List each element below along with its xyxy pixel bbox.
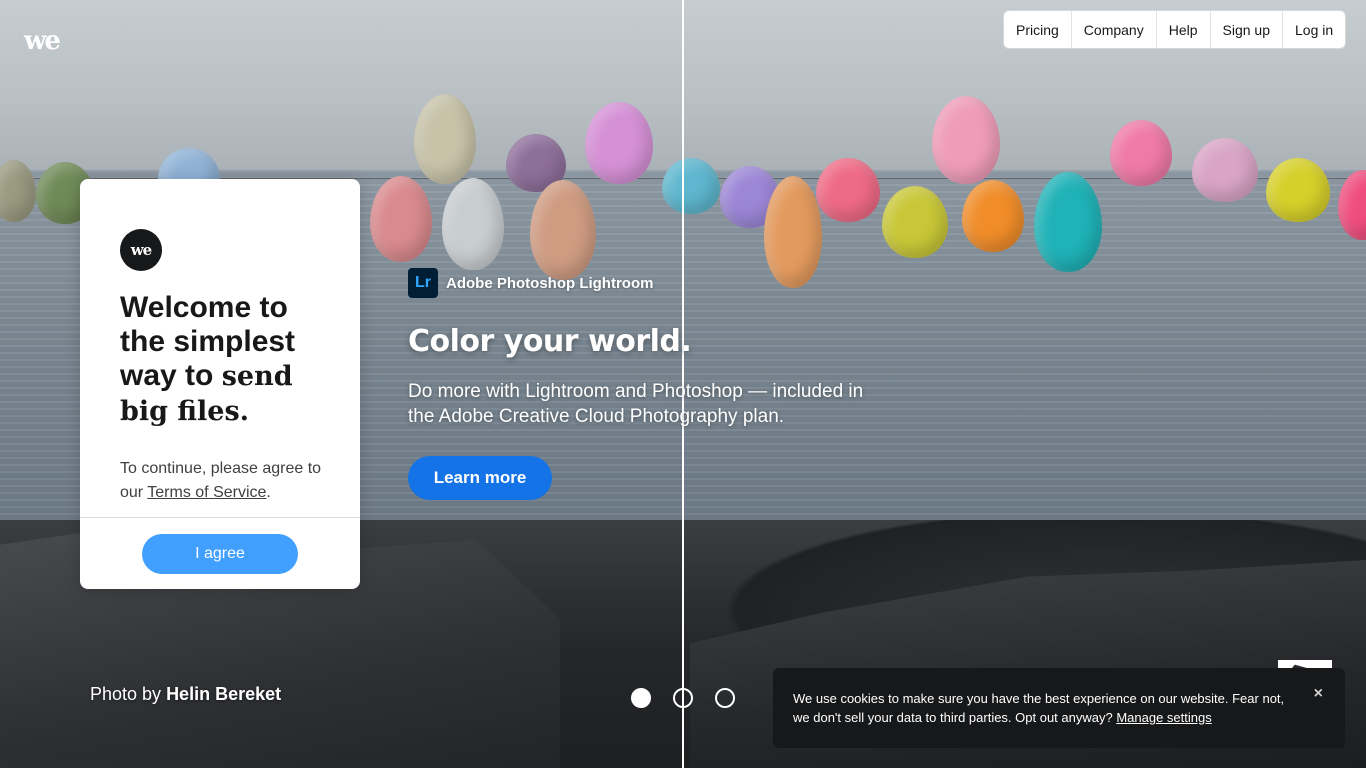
- balloon: [1034, 172, 1102, 272]
- balloon: [816, 158, 880, 222]
- manage-settings-link[interactable]: Manage settings: [1116, 710, 1211, 725]
- top-navigation: Pricing Company Help Sign up Log in: [1003, 10, 1347, 49]
- ad-headline: Color your world.: [408, 324, 692, 359]
- balloon: [662, 158, 720, 214]
- balloon: [585, 102, 653, 184]
- balloon: [962, 180, 1024, 252]
- balloon: [1192, 138, 1258, 202]
- carousel-dots: [631, 688, 735, 708]
- photo-credit: Photo by Helin Bereket: [90, 684, 281, 705]
- terms-of-service-link[interactable]: Terms of Service: [147, 484, 266, 501]
- ad-body: Do more with Lightroom and Photoshop — i…: [408, 381, 864, 427]
- nav-company[interactable]: Company: [1072, 11, 1157, 48]
- wetransfer-logo[interactable]: we: [24, 26, 61, 56]
- welcome-title: Welcome to the simplest way to send big …: [120, 291, 330, 429]
- lightroom-icon: Lr: [408, 268, 438, 298]
- nav-pricing[interactable]: Pricing: [1004, 11, 1072, 48]
- terms-notice: To continue, please agree to our Terms o…: [120, 457, 330, 505]
- card-logo-icon: we: [120, 229, 162, 271]
- lightroom-ad: Lr Adobe Photoshop Lightroom Color your …: [408, 268, 878, 500]
- carousel-dot-3[interactable]: [715, 688, 735, 708]
- card-divider: [80, 517, 360, 518]
- balloon: [414, 94, 476, 184]
- carousel-dot-2[interactable]: [673, 688, 693, 708]
- welcome-card: we Welcome to the simplest way to send b…: [80, 179, 360, 589]
- balloon: [932, 96, 1000, 184]
- cookie-banner: We use cookies to make sure you have the…: [773, 668, 1345, 748]
- close-icon[interactable]: ×: [1314, 685, 1323, 703]
- balloon: [882, 186, 948, 258]
- learn-more-button[interactable]: Learn more: [408, 456, 552, 500]
- balloon: [1110, 120, 1172, 186]
- carousel-dot-1[interactable]: [631, 688, 651, 708]
- balloon: [370, 176, 432, 262]
- nav-log-in[interactable]: Log in: [1283, 11, 1345, 48]
- balloon: [442, 178, 504, 270]
- nav-help[interactable]: Help: [1157, 11, 1211, 48]
- photo-credit-prefix: Photo by: [90, 684, 167, 704]
- balloon: [530, 180, 596, 280]
- balloon: [1266, 158, 1330, 222]
- nav-sign-up[interactable]: Sign up: [1211, 11, 1283, 48]
- ad-brand-row: Lr Adobe Photoshop Lightroom: [408, 268, 878, 298]
- ad-app-name: Adobe Photoshop Lightroom: [446, 274, 654, 292]
- photo-credit-author[interactable]: Helin Bereket: [166, 684, 281, 704]
- terms-notice-suffix: .: [266, 484, 271, 501]
- agree-button[interactable]: I agree: [142, 534, 298, 574]
- cookie-text: We use cookies to make sure you have the…: [793, 689, 1293, 727]
